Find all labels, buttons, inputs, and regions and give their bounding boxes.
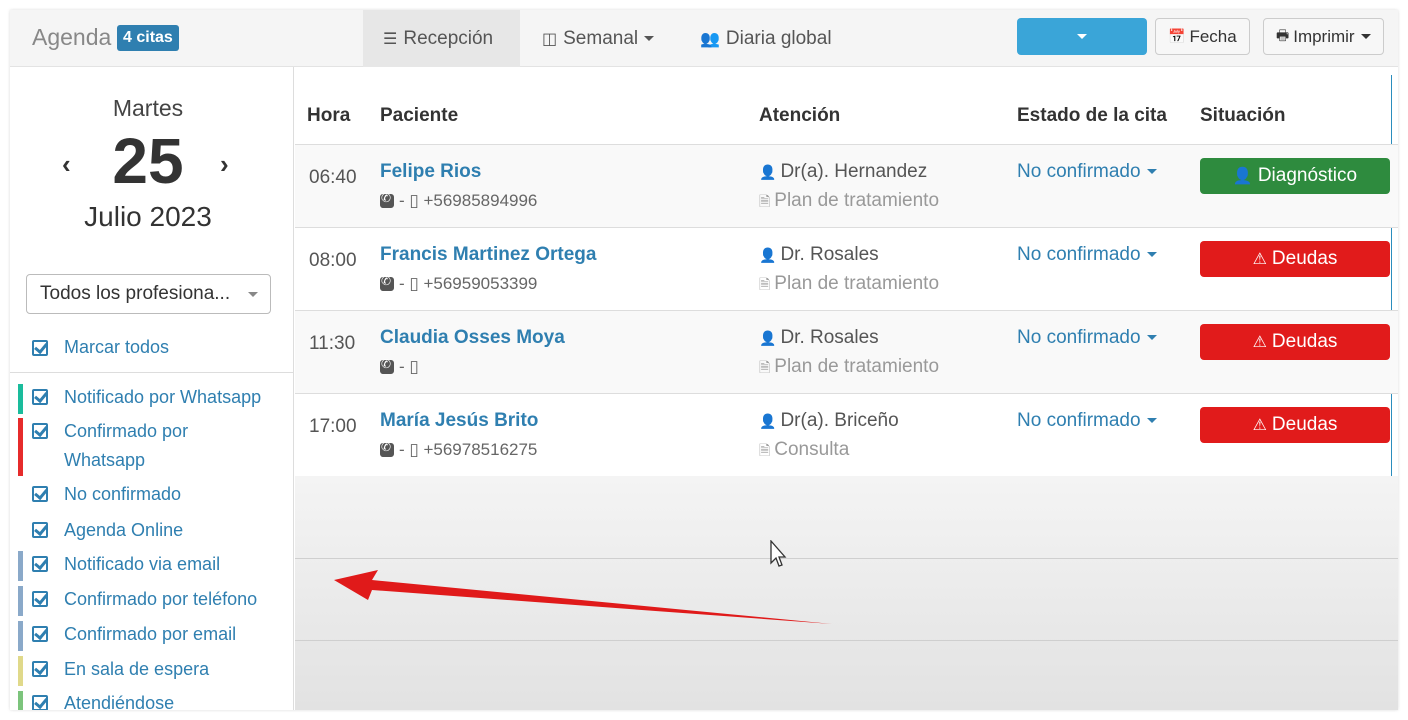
arrow-shape bbox=[334, 570, 832, 624]
mouse-cursor-icon bbox=[770, 540, 787, 567]
annotation-arrow bbox=[334, 570, 832, 624]
